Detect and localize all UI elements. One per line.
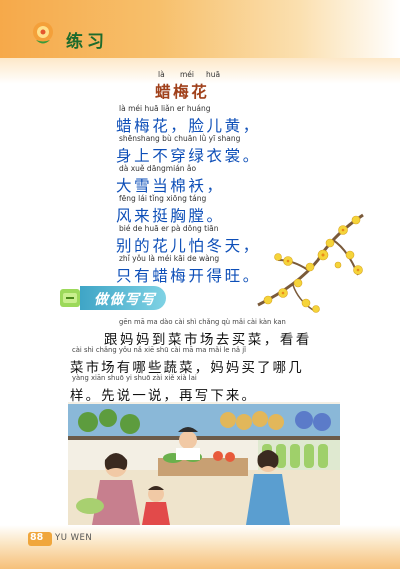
poem-line-3: 大雪当棉袄，	[116, 177, 225, 195]
poem-line-1-pinyin: là méi huā liǎn er huáng	[119, 104, 211, 113]
page-title: 练习	[66, 32, 108, 52]
exercise-line-2: 菜市场有哪些蔬菜，妈妈买了哪几	[70, 361, 304, 376]
poem-title-pinyin-2: méi	[180, 70, 195, 79]
exercise-line-2-pinyin: cài shì chǎng yǒu nǎ xiē shū cài mā ma m…	[72, 346, 247, 354]
poem-title-pinyin-3: huā	[206, 70, 221, 79]
poem-line-3-pinyin: dà xuě dāngmián ǎo	[119, 164, 197, 173]
flower-icon	[33, 22, 53, 44]
poem-line-4: 风来挺胸膛。	[116, 207, 225, 225]
poem-title-text: 蜡梅花	[155, 82, 210, 101]
subject-label: YU WEN	[55, 533, 93, 543]
poem-line-2-pinyin: shēnshang bù chuān lǜ yī shang	[119, 134, 241, 143]
market-illustration	[68, 402, 340, 525]
poem-line-6-pinyin: zhǐ yǒu là méi kāi de wàng	[119, 254, 220, 263]
page-number: 88	[30, 532, 44, 543]
header-band	[0, 0, 400, 58]
poem-line-4-pinyin: fēng lái tǐng xiōng táng	[119, 194, 207, 203]
exercise-line-3-pinyin: yàng xiān shuō yi shuō zài xiě xià lai	[72, 374, 197, 382]
exercise-line-1: 跟妈妈到菜市场去买菜，看看	[104, 333, 312, 348]
section-title: 做做写写	[94, 292, 156, 308]
plum-blossom-illustration	[257, 213, 364, 313]
exercise-line-1-pinyin: gēn mā ma dào cài shì chǎng qù mǎi cài k…	[119, 318, 286, 326]
poem-line-5-pinyin: bié de huā er pà dōng tiān	[119, 224, 219, 233]
exercise-line-3: 样。先说一说，再写下来。	[70, 389, 258, 404]
footer-band	[0, 525, 400, 569]
poem-line-2: 身上不穿绿衣裳。	[116, 147, 261, 165]
poem-title-pinyin-1: là	[158, 70, 165, 79]
pencil-flag-icon	[60, 289, 80, 307]
poem-line-1: 蜡梅花，脸儿黄，	[116, 117, 261, 135]
